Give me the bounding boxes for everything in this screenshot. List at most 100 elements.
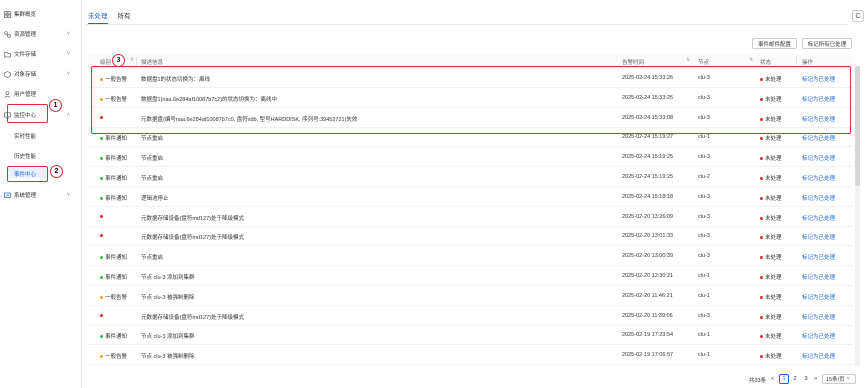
settings-icon bbox=[4, 192, 11, 199]
mark-handled-link[interactable]: 标记为已处理 bbox=[802, 154, 835, 162]
mark-handled-link[interactable]: 标记为已处理 bbox=[802, 273, 835, 281]
status-label: 未处理 bbox=[765, 255, 782, 262]
column-header-status: 状态 bbox=[760, 60, 772, 66]
level-indicator-dot bbox=[100, 313, 103, 317]
mark-all-handled-button[interactable]: 标记所有已处理 bbox=[802, 38, 852, 49]
table-row bbox=[88, 326, 852, 346]
description-cell: 节点重启 bbox=[141, 255, 164, 262]
level-indicator-dot bbox=[100, 157, 103, 161]
pagination-page-2[interactable]: 2 bbox=[790, 374, 800, 384]
level-cell: 事件通知 bbox=[100, 154, 127, 162]
sidebar-item-system-management[interactable]: 系统管理 ˅ bbox=[0, 188, 82, 202]
mark-handled-link[interactable]: 标记为已处理 bbox=[802, 95, 835, 103]
level-cell bbox=[100, 214, 105, 220]
page-size-select[interactable]: 15条/页 ˅ bbox=[822, 374, 856, 384]
mark-handled-link[interactable]: 标记为已处理 bbox=[802, 214, 835, 222]
description-cell: 节点重启 bbox=[141, 156, 164, 163]
folder-icon bbox=[4, 51, 11, 58]
status-indicator-dot bbox=[760, 256, 763, 260]
tab-divider bbox=[86, 24, 848, 25]
mark-handled-link[interactable]: 标记为已处理 bbox=[802, 75, 835, 83]
tab-unhandled[interactable]: 未处理 bbox=[88, 10, 108, 24]
status-indicator-dot bbox=[760, 97, 763, 101]
mark-handled-link[interactable]: 标记为已处理 bbox=[802, 293, 835, 301]
sidebar-item-resource-management[interactable]: 资源管理 ˅ bbox=[0, 27, 82, 41]
time-cell: 2025-02-20 12:30:21 bbox=[622, 273, 674, 279]
time-cell: 2025-02-20 13:26:09 bbox=[622, 213, 674, 220]
mark-handled-link[interactable]: 标记为已处理 bbox=[802, 233, 835, 241]
status-label: 未处理 bbox=[765, 136, 782, 143]
mark-handled-link[interactable]: 标记为已处理 bbox=[802, 194, 835, 202]
scrollbar-thumb[interactable] bbox=[855, 66, 860, 186]
mark-handled-link[interactable]: 标记为已处理 bbox=[802, 174, 835, 182]
status-indicator-dot bbox=[760, 196, 763, 200]
column-divider bbox=[136, 57, 137, 65]
status-label: 未处理 bbox=[765, 334, 782, 341]
tab-bar: 未处理 所有 bbox=[88, 10, 131, 24]
sidebar-item-cluster-overview[interactable]: 集群概览 bbox=[0, 7, 82, 21]
status-label: 未处理 bbox=[765, 176, 782, 182]
pagination-page-3[interactable]: 3 bbox=[801, 374, 811, 384]
status-label: 未处理 bbox=[765, 215, 782, 222]
status-cell: 未处理 bbox=[760, 273, 782, 281]
user-icon bbox=[4, 90, 11, 98]
column-header-level[interactable]: 级别 bbox=[100, 58, 111, 66]
level-indicator-dot bbox=[100, 335, 103, 339]
status-indicator-dot bbox=[760, 78, 763, 82]
status-cell: 未处理 bbox=[760, 75, 782, 83]
status-indicator-dot bbox=[760, 117, 763, 121]
level-cell: 事件通知 bbox=[100, 134, 127, 142]
status-indicator-dot bbox=[760, 177, 763, 181]
sidebar-subitem-realtime-performance[interactable]: 实时性能 bbox=[14, 132, 36, 140]
mark-handled-link[interactable]: 标记为已处理 bbox=[802, 253, 835, 261]
sidebar-item-user-management[interactable]: 用户管理 bbox=[0, 87, 82, 101]
highlight-box-event-center bbox=[7, 166, 48, 182]
sort-icon[interactable]: ⇅ bbox=[686, 57, 690, 63]
level-cell: 事件通知 bbox=[100, 194, 127, 202]
status-cell: 未处理 bbox=[760, 332, 782, 340]
mark-handled-link[interactable]: 标记为已处理 bbox=[802, 313, 835, 321]
time-cell: 2025-02-20 13:00:39 bbox=[622, 253, 674, 260]
status-cell: 未处理 bbox=[760, 214, 782, 222]
event-email-config-button[interactable]: 事件邮件配置 bbox=[752, 38, 797, 49]
level-indicator-dot bbox=[100, 196, 103, 200]
description-cell: 逻辑池停止 bbox=[141, 195, 169, 202]
sort-icon[interactable]: ⇅ bbox=[749, 57, 753, 63]
time-cell: 2025-02-24 15:33:08 bbox=[622, 114, 674, 121]
status-cell: 未处理 bbox=[760, 95, 782, 103]
description-cell: 节点重启 bbox=[141, 176, 164, 182]
description-cell: 节点 clu-3 被强制删除 bbox=[141, 294, 195, 301]
level-cell: 事件通知 bbox=[100, 273, 127, 281]
mark-handled-link[interactable]: 标记为已处理 bbox=[802, 332, 835, 340]
pagination-prev-button[interactable]: < bbox=[771, 376, 774, 382]
node-cell: clu-1 bbox=[698, 273, 710, 279]
sidebar-item-object-storage[interactable]: 对象存储 ˅ bbox=[0, 67, 82, 81]
description-cell: 节点重启 bbox=[141, 136, 164, 143]
description-cell: 数据盘1的状态切换为：离线 bbox=[141, 77, 211, 83]
node-cell: clu-1 bbox=[698, 352, 710, 359]
sidebar-subitem-history-performance[interactable]: 历史性能 bbox=[14, 152, 36, 160]
level-label: 一般告警 bbox=[105, 96, 128, 103]
status-indicator-dot bbox=[760, 355, 763, 359]
level-indicator-dot bbox=[100, 234, 103, 238]
column-header-node: 节点 bbox=[698, 60, 710, 66]
mark-handled-link[interactable]: 标记为已处理 bbox=[802, 352, 835, 360]
sidebar-item-label: 文件存储 bbox=[14, 52, 37, 58]
pagination-page-1[interactable]: 1 bbox=[779, 374, 789, 384]
refresh-button[interactable]: C bbox=[852, 10, 864, 22]
sidebar-item-file-storage[interactable]: 文件存储 ˅ bbox=[0, 47, 82, 61]
mark-handled-link[interactable]: 标记为已处理 bbox=[802, 134, 835, 142]
status-cell: 未处理 bbox=[760, 134, 782, 142]
sort-icon[interactable]: ⇅ bbox=[130, 57, 134, 63]
column-divider bbox=[796, 57, 797, 65]
node-cell: clu-3 bbox=[698, 94, 710, 101]
pagination-next-button[interactable]: > bbox=[814, 376, 817, 382]
mark-handled-link[interactable]: 标记为已处理 bbox=[802, 115, 835, 123]
node-cell: clu-1 bbox=[698, 332, 710, 339]
tab-all[interactable]: 所有 bbox=[118, 10, 131, 24]
pagination-total: 共33条 bbox=[749, 378, 767, 384]
column-header-time[interactable]: 告警时间 bbox=[622, 58, 644, 66]
status-cell: 未处理 bbox=[760, 253, 782, 261]
time-cell: 2025-02-20 11:39:06 bbox=[622, 312, 673, 319]
resource-icon bbox=[4, 30, 11, 38]
